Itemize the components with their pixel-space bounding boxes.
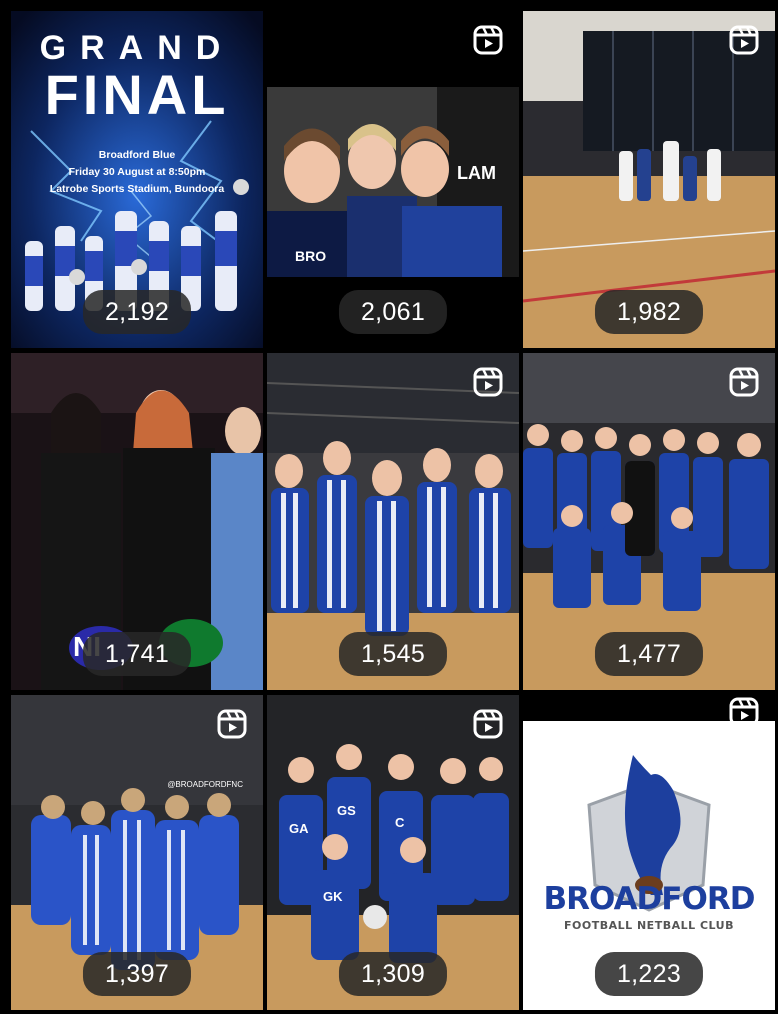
- poster-title: GRAND FINAL: [11, 29, 263, 127]
- reels-icon: [473, 709, 503, 739]
- club-name-subtitle: FOOTBALL NETBALL CLUB: [564, 919, 734, 932]
- bib-label: C: [395, 815, 405, 830]
- bib-label: GK: [323, 889, 343, 904]
- reels-icon: [473, 367, 503, 397]
- reels-grid: GRAND FINAL Broadford Blue Friday 30 Aug…: [11, 11, 775, 1010]
- reel-tile-team-bibs[interactable]: GA GS C GK 1,309: [267, 695, 519, 1010]
- reel-tile-team-huddle[interactable]: @BROADFORDFNC 1,397: [11, 695, 263, 1010]
- poster-line-date: Friday 30 August at 8:50pm: [68, 166, 206, 178]
- reels-icon: [473, 25, 503, 55]
- bib-label: GA: [289, 821, 309, 836]
- reel-tile-club-logo[interactable]: BROADFORD FOOTBALL NETBALL CLUB 1,223: [523, 695, 775, 1010]
- view-count-badge: 2,061: [338, 290, 448, 334]
- reels-icon: [729, 367, 759, 397]
- reel-tile-team-group[interactable]: 1,477: [523, 353, 775, 690]
- view-count-badge: 1,477: [594, 632, 704, 676]
- club-name: BROADFORD FOOTBALL NETBALL CLUB: [523, 881, 775, 932]
- sign-text: LAM: [457, 163, 496, 183]
- poster-details: Broadford Blue Friday 30 August at 8:50p…: [31, 147, 243, 198]
- poster-line-team: Broadford Blue: [98, 149, 176, 161]
- reel-tile-event-photo[interactable]: NI 1,741: [11, 353, 263, 690]
- view-count-badge: 1,982: [594, 290, 704, 334]
- view-count-badge: 2,192: [82, 290, 192, 334]
- reels-icon: [729, 697, 759, 727]
- view-count-badge: 1,545: [338, 632, 448, 676]
- reel-tile-grand-final[interactable]: GRAND FINAL Broadford Blue Friday 30 Aug…: [11, 11, 263, 348]
- reels-icon: [729, 25, 759, 55]
- watermark-handle: @BROADFORDFNC: [167, 780, 243, 789]
- view-count-badge: 1,309: [338, 952, 448, 996]
- view-count-badge: 1,223: [594, 952, 704, 996]
- view-count-badge: 1,397: [82, 952, 192, 996]
- reels-icon: [217, 709, 247, 739]
- reel-tile-stadium-game[interactable]: 1,982: [523, 11, 775, 348]
- poster-title-main: FINAL: [44, 63, 230, 126]
- reel-tile-selfie[interactable]: LAM BRO 2,061: [267, 11, 519, 348]
- club-name-title: BROADFORD: [543, 881, 756, 917]
- reel-tile-team-lineup[interactable]: 1,545: [267, 353, 519, 690]
- view-count-badge: 1,741: [82, 632, 192, 676]
- shirt-text: BRO: [295, 248, 326, 264]
- bib-label: GS: [337, 803, 356, 818]
- poster-line-venue: Latrobe Sports Stadium, Bundoora: [49, 183, 225, 195]
